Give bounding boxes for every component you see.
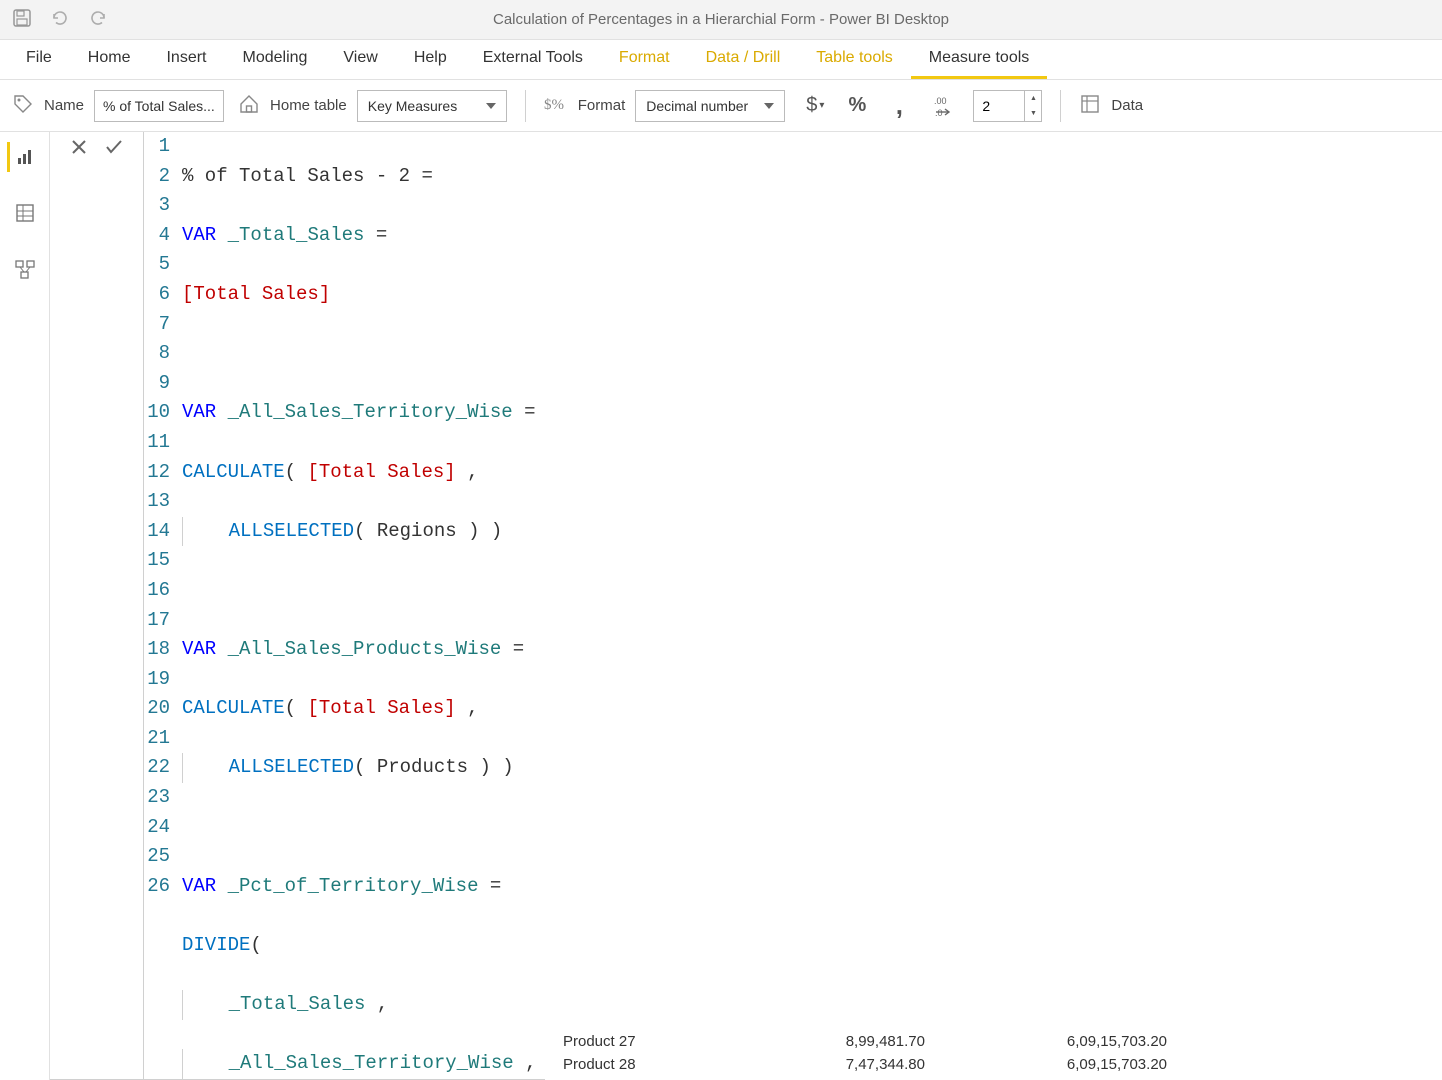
spinner-down[interactable]: ▼ — [1025, 106, 1041, 121]
table-row[interactable]: Product 28 7,47,344.80 6,09,15,703.20 — [545, 1053, 1185, 1076]
model-view-button[interactable] — [10, 254, 40, 284]
view-rail — [0, 132, 50, 1080]
format-icon: $% — [544, 93, 568, 119]
data-table-peek: Product 27 8,99,481.70 6,09,15,703.20 Pr… — [545, 1030, 1442, 1080]
tab-data-drill[interactable]: Data / Drill — [688, 40, 799, 79]
commit-formula-button[interactable] — [104, 138, 124, 159]
tab-modeling[interactable]: Modeling — [224, 40, 325, 79]
formula-bar: 1234567891011121314151617181920212223242… — [50, 132, 1442, 1080]
cell-value: 6,09,15,703.20 — [943, 1053, 1185, 1076]
cancel-formula-button[interactable] — [70, 138, 88, 159]
data-view-button[interactable] — [10, 198, 40, 228]
decimal-places-spinner[interactable]: ▲ ▼ — [973, 90, 1042, 122]
home-table-value: Key Measures — [368, 98, 457, 114]
tab-format[interactable]: Format — [601, 40, 688, 79]
line-gutter: 1234567891011121314151617181920212223242… — [144, 132, 178, 1079]
cell-product: Product 27 — [545, 1030, 738, 1053]
percent-button[interactable]: % — [841, 90, 873, 122]
name-input-text: % of Total Sales... — [103, 98, 215, 114]
redo-icon[interactable] — [88, 8, 108, 31]
format-label: Format — [578, 97, 626, 114]
save-icon[interactable] — [12, 8, 32, 31]
tab-measure-tools[interactable]: Measure tools — [911, 40, 1048, 79]
measure-toolbar: Name % of Total Sales... Home table Key … — [0, 80, 1442, 132]
home-table-select[interactable]: Key Measures — [357, 90, 507, 122]
name-input[interactable]: % of Total Sales... — [94, 90, 224, 122]
cell-value: 7,47,344.80 — [738, 1053, 943, 1076]
ribbon-tabs: File Home Insert Modeling View Help Exte… — [0, 40, 1442, 80]
report-view-button[interactable] — [7, 142, 37, 172]
tab-external-tools[interactable]: External Tools — [465, 40, 601, 79]
decimal-places-input[interactable] — [974, 91, 1024, 121]
home-table-label: Home table — [270, 97, 347, 114]
thousands-separator-button[interactable]: , — [883, 90, 915, 122]
data-category-icon — [1079, 93, 1101, 119]
tag-icon — [12, 93, 34, 119]
title-bar: Calculation of Percentages in a Hierarch… — [0, 0, 1442, 40]
svg-text:.0: .0 — [935, 108, 943, 118]
toolbar-separator — [525, 90, 526, 122]
dax-editor[interactable]: 1234567891011121314151617181920212223242… — [144, 132, 1442, 1079]
window-title: Calculation of Percentages in a Hierarch… — [493, 11, 949, 28]
home-icon — [238, 93, 260, 119]
data-category-label: Data — [1111, 97, 1143, 114]
format-select[interactable]: Decimal number — [635, 90, 785, 122]
tab-view[interactable]: View — [325, 40, 395, 79]
svg-text:$%: $% — [544, 97, 564, 113]
cell-product: Product 28 — [545, 1053, 738, 1076]
format-value: Decimal number — [646, 98, 748, 114]
toolbar-separator — [1060, 90, 1061, 122]
decimal-places-icon[interactable]: .00.0 — [925, 90, 963, 122]
tab-table-tools[interactable]: Table tools — [798, 40, 911, 79]
svg-text:.00: .00 — [934, 96, 947, 106]
table-row[interactable]: Product 27 8,99,481.70 6,09,15,703.20 — [545, 1030, 1185, 1053]
dax-code[interactable]: % of Total Sales - 2 = VAR _Total_Sales … — [178, 132, 536, 1079]
cell-value: 8,99,481.70 — [738, 1030, 943, 1053]
cell-value: 6,09,15,703.20 — [943, 1030, 1185, 1053]
tab-file[interactable]: File — [8, 40, 70, 79]
undo-icon[interactable] — [50, 8, 70, 31]
spinner-up[interactable]: ▲ — [1025, 91, 1041, 106]
tab-insert[interactable]: Insert — [148, 40, 224, 79]
tab-home[interactable]: Home — [70, 40, 149, 79]
name-label: Name — [44, 97, 84, 114]
currency-button[interactable]: $▾ — [799, 90, 831, 122]
tab-help[interactable]: Help — [396, 40, 465, 79]
